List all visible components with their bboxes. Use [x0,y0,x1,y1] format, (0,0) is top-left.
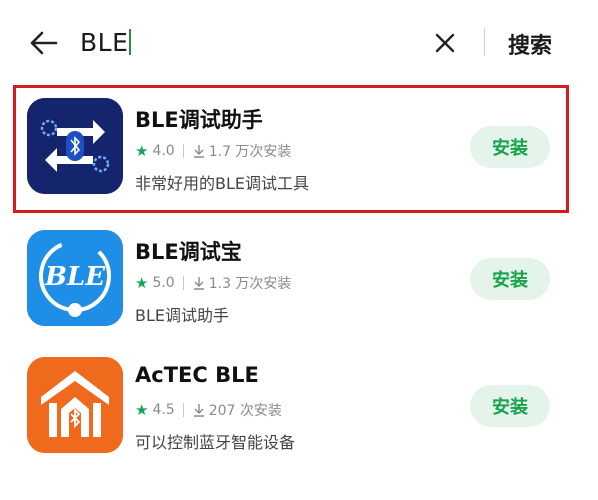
ble-logo-text: BLE [44,262,106,292]
list-item[interactable]: BLE BLE调试宝 ★ 5.0 1.3 万次安装 BLE调试助手 安装 [0,218,598,346]
app-rating: 4.5 [152,402,175,418]
app-description: BLE调试助手 [135,306,230,325]
download-icon [193,277,204,290]
search-button[interactable]: 搜索 [508,28,552,60]
search-bar: BLE 搜索 [0,0,598,84]
app-name: AcTEC BLE [135,363,259,387]
highlight-box [13,85,569,213]
install-button[interactable]: 安装 [470,385,550,427]
search-query: BLE [80,28,129,57]
divider [182,403,184,417]
app-meta: ★ 5.0 1.3 万次安装 [135,273,291,293]
star-icon: ★ [135,274,149,292]
star-icon: ★ [135,401,149,419]
app-icon-ble-debug-bao[interactable]: BLE [27,230,123,326]
text-cursor [129,29,132,55]
install-button[interactable]: 安装 [470,258,550,300]
app-installs: 1.3 万次安装 [208,276,292,292]
app-description: 可以控制蓝牙智能设备 [135,433,296,452]
ble-logo-icon: BLE [27,230,123,326]
list-item[interactable]: AcTEC BLE ★ 4.5 207 次安装 可以控制蓝牙智能设备 安装 [0,345,598,473]
house-bluetooth-icon [27,357,123,453]
app-meta: ★ 4.5 207 次安装 [135,400,282,420]
back-arrow-icon[interactable] [26,26,60,60]
app-icon-actec-ble[interactable] [27,357,123,453]
divider [182,276,184,290]
search-input[interactable]: BLE [80,28,132,57]
divider [484,28,485,56]
clear-icon[interactable] [430,28,460,58]
app-name: BLE调试宝 [135,240,242,264]
app-installs: 207 次安装 [208,403,282,419]
download-icon [193,404,204,417]
app-rating: 5.0 [152,275,175,291]
